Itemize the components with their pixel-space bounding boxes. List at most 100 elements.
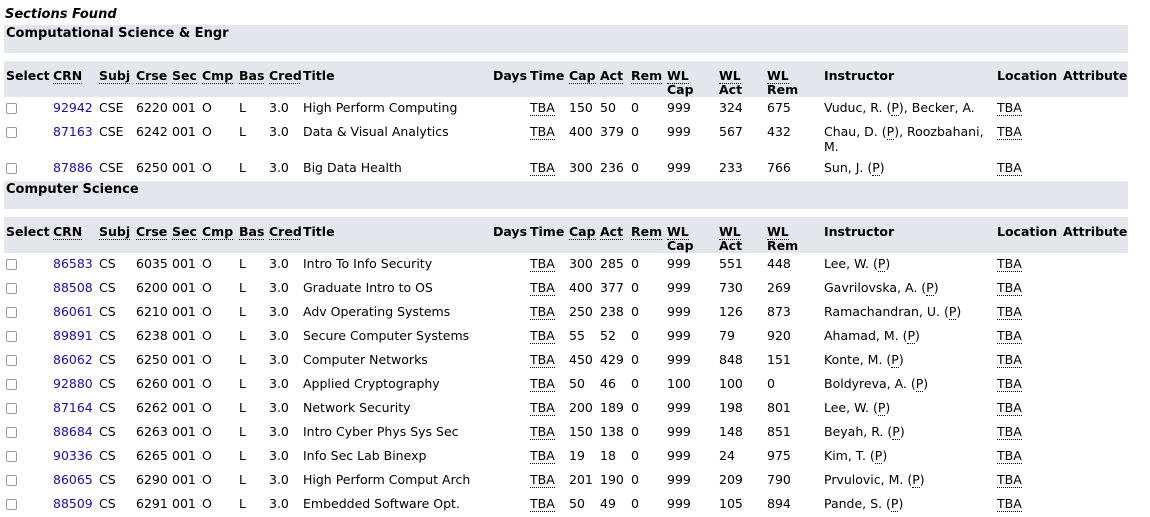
- crn-link[interactable]: 86062: [53, 352, 93, 367]
- time-cell: TBA: [528, 277, 567, 301]
- crn-link[interactable]: 87163: [53, 124, 93, 139]
- col-header-wl-cap: WL Cap: [665, 61, 717, 97]
- crn-link[interactable]: 90336: [53, 448, 93, 463]
- time-cell: TBA: [528, 373, 567, 397]
- title-cell: Big Data Health: [303, 160, 402, 175]
- cred-cell: 3.0: [269, 400, 289, 415]
- select-checkbox[interactable]: [6, 379, 17, 390]
- crn-link[interactable]: 88684: [53, 424, 93, 439]
- crse-cell: 6262: [136, 400, 168, 415]
- crse-cell: 6250: [136, 160, 168, 175]
- crn-link[interactable]: 86061: [53, 304, 93, 319]
- col-header-bas: Bas: [237, 61, 267, 97]
- select-checkbox[interactable]: [6, 427, 17, 438]
- crn-link[interactable]: 87164: [53, 400, 93, 415]
- table-row: 86061 CS 6210 001 O L 3.0 Adv Operating Systems…: [4, 301, 1128, 325]
- attribute-cell: [1061, 253, 1128, 277]
- col-header-days: Days: [491, 217, 528, 253]
- crn-link[interactable]: 87886: [53, 160, 93, 175]
- crn-link[interactable]: 86583: [53, 256, 93, 271]
- wl-rem-cell: 801: [767, 400, 791, 415]
- table-row: 87886 CSE 6250 001 O L 3.0 Big Data Health TBA 30…: [4, 157, 1128, 181]
- wl-rem-cell: 766: [767, 160, 791, 175]
- crn-cell: 88509: [51, 493, 97, 517]
- time-tba: TBA: [530, 352, 555, 368]
- time-cell: TBA: [528, 349, 567, 373]
- col-header-wl-rem-line2: Rem: [767, 82, 799, 97]
- days-cell: [491, 325, 528, 349]
- primary-instructor-marker: P: [892, 424, 900, 440]
- cap-cell: 450: [569, 352, 593, 367]
- col-header-title: Title: [301, 61, 491, 97]
- crn-link[interactable]: 88508: [53, 280, 93, 295]
- crn-cell: 87164: [51, 397, 97, 421]
- col-header-location: Location: [995, 217, 1061, 253]
- location-cell: TBA: [995, 301, 1061, 325]
- col-header-rem: Rem: [629, 217, 665, 253]
- crn-link[interactable]: 92880: [53, 376, 93, 391]
- instructor-rest: ): [885, 256, 891, 271]
- select-checkbox[interactable]: [6, 499, 17, 510]
- col-header-attribute: Attribute: [1061, 217, 1129, 253]
- col-header-days-label: Days: [493, 224, 528, 239]
- col-header-cap-label: Cap: [569, 68, 596, 84]
- select-checkbox[interactable]: [6, 127, 17, 138]
- select-checkbox[interactable]: [6, 475, 17, 486]
- location-cell: TBA: [995, 445, 1061, 469]
- location-cell: TBA: [995, 253, 1061, 277]
- crse-cell: 6250: [136, 352, 168, 367]
- col-header-title-label: Title: [303, 224, 335, 239]
- act-cell: 190: [600, 472, 624, 487]
- select-checkbox[interactable]: [6, 451, 17, 462]
- select-checkbox[interactable]: [6, 163, 17, 174]
- location-cell: TBA: [995, 421, 1061, 445]
- bas-cell: L: [239, 256, 246, 271]
- bas-cell: L: [239, 496, 246, 511]
- table-row: 88684 CS 6263 001 O L 3.0 Intro Cyber Phys Sys …: [4, 421, 1128, 445]
- crn-link[interactable]: 88509: [53, 496, 93, 511]
- rem-cell: 0: [631, 376, 639, 391]
- time-cell: TBA: [528, 157, 567, 181]
- attribute-cell: [1061, 445, 1128, 469]
- select-checkbox[interactable]: [6, 331, 17, 342]
- col-header-sec: Sec: [170, 217, 200, 253]
- days-cell: [491, 157, 528, 181]
- select-checkbox[interactable]: [6, 283, 17, 294]
- instructor-name: Kim, T. (: [824, 448, 875, 463]
- wl-act-cell: 848: [719, 352, 743, 367]
- col-header-cred: Cred: [267, 61, 301, 97]
- bas-cell: L: [239, 124, 246, 139]
- select-checkbox[interactable]: [6, 307, 17, 318]
- bas-cell: L: [239, 328, 246, 343]
- wl-rem-cell: 269: [767, 280, 791, 295]
- sec-cell: 001: [172, 160, 196, 175]
- crn-cell: 86062: [51, 349, 97, 373]
- subject-title: Computer Science: [4, 181, 1129, 209]
- select-checkbox[interactable]: [6, 259, 17, 270]
- cmp-cell: O: [202, 352, 212, 367]
- col-header-location-label: Location: [997, 68, 1058, 83]
- crn-link[interactable]: 92942: [53, 100, 93, 115]
- title-cell: Computer Networks: [303, 352, 428, 367]
- title-cell: High Perform Comput Arch: [303, 472, 471, 487]
- cap-cell: 300: [569, 160, 593, 175]
- crn-link[interactable]: 89891: [53, 328, 93, 343]
- instructor-rest: ): [915, 328, 920, 343]
- col-header-sec: Sec: [170, 61, 200, 97]
- col-header-crse-label: Crse: [136, 224, 168, 240]
- time-cell: TBA: [528, 493, 567, 517]
- time-tba: TBA: [530, 424, 555, 440]
- crse-cell: 6200: [136, 280, 168, 295]
- title-cell: Applied Cryptography: [303, 376, 440, 391]
- rem-cell: 0: [631, 100, 639, 115]
- cred-cell: 3.0: [269, 328, 289, 343]
- select-checkbox[interactable]: [6, 103, 17, 114]
- select-checkbox[interactable]: [6, 403, 17, 414]
- cmp-cell: O: [202, 304, 212, 319]
- attribute-cell: [1061, 397, 1128, 421]
- cap-cell: 400: [569, 280, 593, 295]
- location-tba: TBA: [997, 100, 1022, 116]
- select-checkbox[interactable]: [6, 355, 17, 366]
- sec-cell: 001: [172, 100, 196, 115]
- crn-link[interactable]: 86065: [53, 472, 93, 487]
